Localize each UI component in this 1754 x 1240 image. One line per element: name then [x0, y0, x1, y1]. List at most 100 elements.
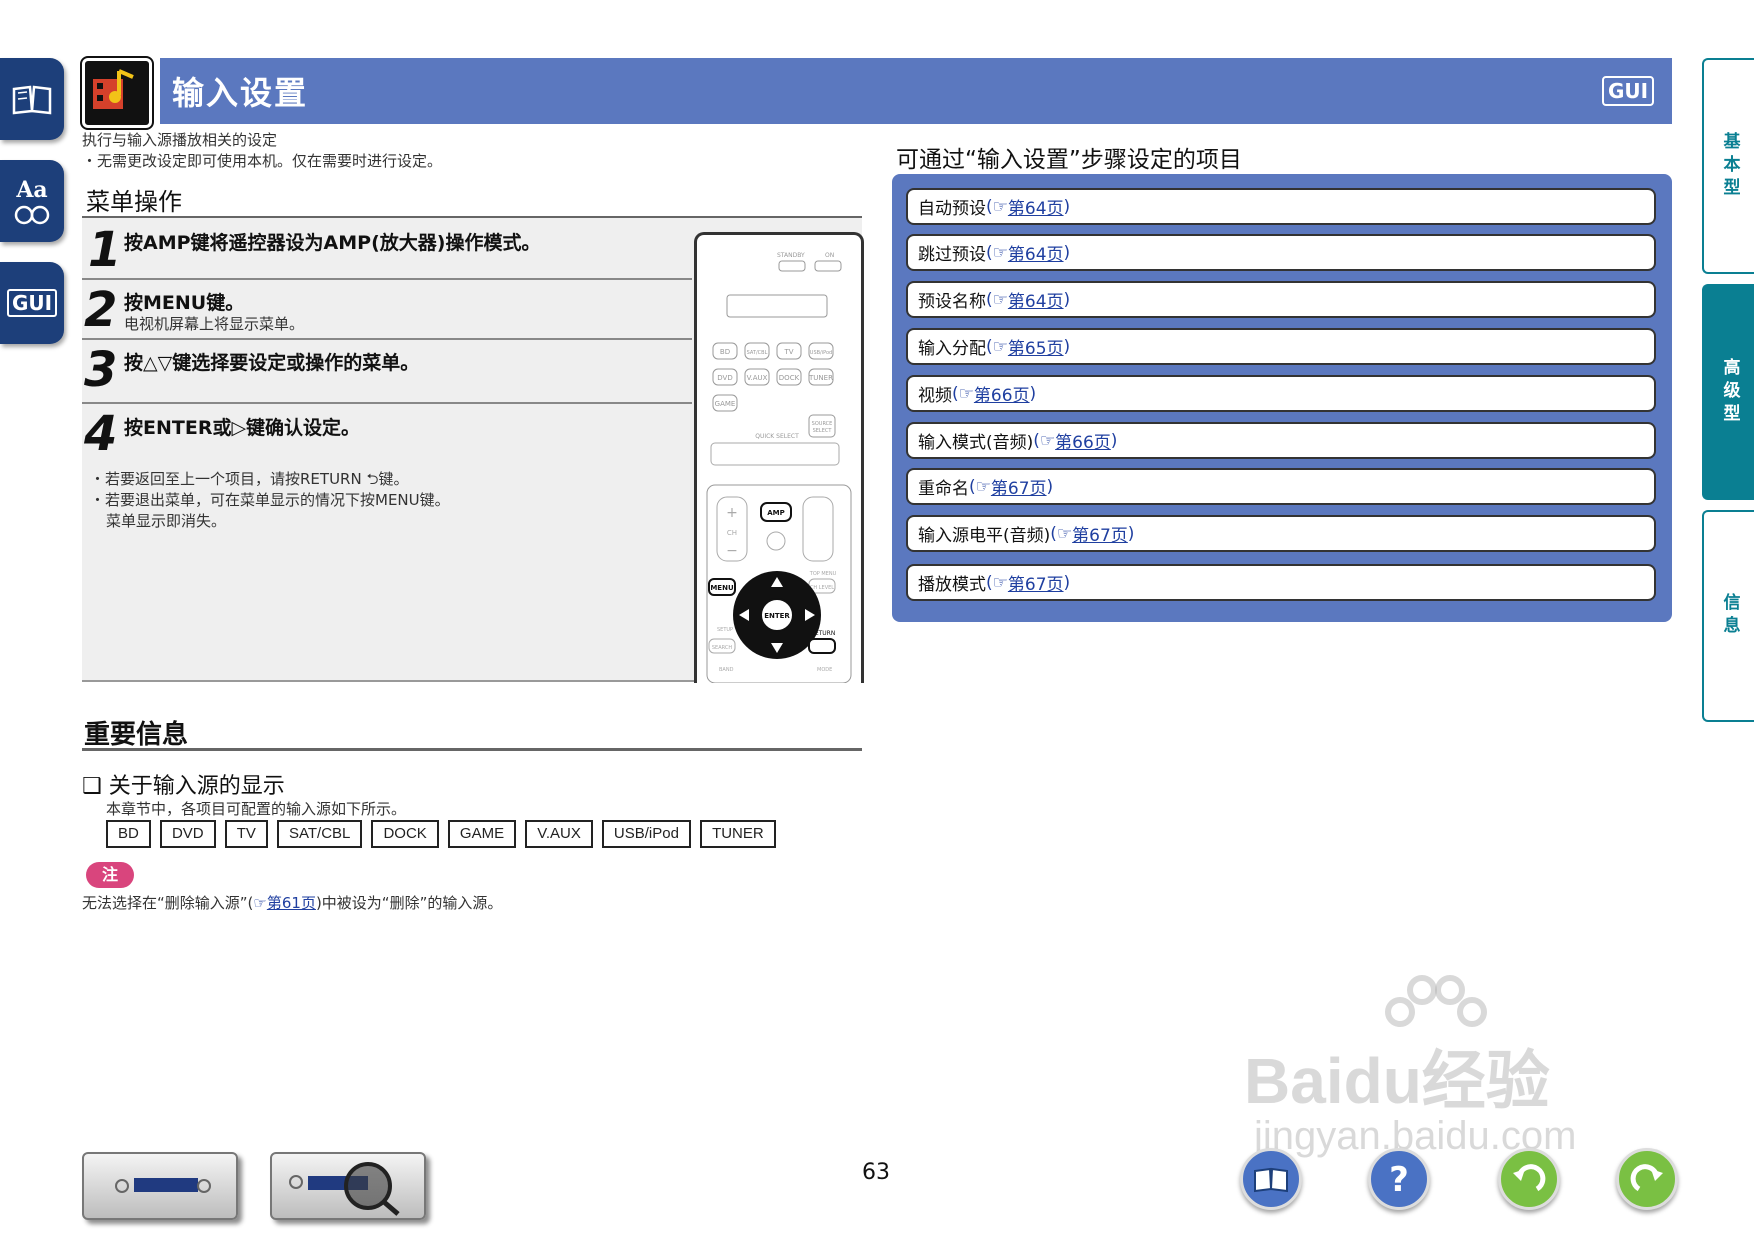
help-icon: ?: [1371, 1160, 1427, 1211]
header-bar: [160, 58, 1672, 124]
left-tab-gui[interactable]: GUI: [0, 262, 64, 344]
device-display-button[interactable]: [270, 1152, 426, 1220]
remote-label: SOURCE: [812, 421, 833, 427]
page-ref-link[interactable]: 第67页: [991, 474, 1047, 499]
remote-label: GAME: [715, 400, 736, 408]
gui-icon: GUI: [6, 289, 58, 317]
page-ref-link[interactable]: 第66页: [974, 381, 1030, 406]
note-exit-2: 菜单显示即消失。: [106, 512, 227, 530]
source-tag: TV: [224, 820, 268, 848]
page-number: 63: [862, 1160, 890, 1185]
remote-label: ON: [825, 252, 834, 259]
page-ref-link[interactable]: 第66页: [1055, 428, 1111, 453]
remote-label: BD: [720, 348, 730, 356]
remote-amp-key: AMP: [767, 509, 785, 517]
remote-label: CH: [727, 529, 737, 537]
remote-illustration: STANDBY ON BD SAT/CBL TV USB/iPod DVD V.…: [694, 232, 864, 684]
page-ref-icon: ☞: [1056, 523, 1073, 544]
settings-list-item[interactable]: 跳过预设(☞ 第64页): [906, 234, 1656, 271]
remote-enter-key: ENTER: [764, 612, 790, 620]
remote-menu-key: MENU: [710, 584, 734, 592]
source-tag: SAT/CBL: [276, 820, 363, 848]
note-badge: 注: [86, 862, 134, 888]
page-ref-link[interactable]: 第67页: [1072, 521, 1128, 546]
settings-item-label: 输入模式(音频): [918, 433, 1034, 453]
step-1-text: 按AMP键将遥控器设为AMP(放大器)操作模式。: [124, 232, 541, 254]
input-setup-icon: [80, 56, 154, 130]
step-4-number: 4: [84, 406, 118, 462]
settings-list-item[interactable]: 输入分配(☞ 第65页): [906, 328, 1656, 365]
book-icon: [1243, 1167, 1299, 1211]
left-tab-contents[interactable]: [0, 58, 64, 140]
remote-label: CH LEVEL: [810, 585, 834, 591]
settings-item-label: 重命名: [918, 479, 969, 499]
remote-label: DVD: [717, 374, 732, 382]
remote-label: RETURN: [811, 630, 836, 637]
step-2-sub: 电视机屏幕上将显示菜单。: [124, 315, 305, 333]
step-2-text: 按MENU键。: [124, 292, 245, 314]
remote-label: SAT/CBL: [747, 350, 768, 356]
intro-line-2: ・无需更改设定即可使用本机。仅在需要时进行设定。: [82, 152, 443, 170]
help-button[interactable]: ?: [1368, 1148, 1430, 1210]
step-2-number: 2: [84, 282, 118, 338]
page-ref-icon: ☞: [958, 383, 974, 404]
settings-list-item[interactable]: 播放模式(☞ 第67页): [906, 564, 1656, 601]
left-tab-glossary[interactable]: Aa: [0, 160, 64, 242]
contents-button[interactable]: [1240, 1148, 1302, 1210]
remote-label: TUNER: [808, 374, 833, 382]
page-ref-link[interactable]: 第67页: [1008, 570, 1064, 595]
settings-list-item[interactable]: 视频(☞ 第66页): [906, 375, 1656, 412]
settings-list-item[interactable]: 预设名称(☞ 第64页): [906, 281, 1656, 318]
settings-list-item[interactable]: 自动预设(☞ 第64页): [906, 188, 1656, 225]
remote-label: TV: [783, 348, 793, 356]
tab-info[interactable]: 信息: [1702, 510, 1754, 722]
settings-list-item[interactable]: 重命名(☞ 第67页): [906, 468, 1656, 505]
forward-button[interactable]: [1616, 1148, 1678, 1210]
settings-list-item[interactable]: 输入源电平(音频)(☞ 第67页): [906, 515, 1656, 552]
source-tag: GAME: [447, 820, 517, 848]
source-tag: DOCK: [371, 820, 439, 848]
device-front-button[interactable]: [82, 1152, 238, 1220]
back-icon: [1501, 1164, 1557, 1211]
step-divider: [82, 338, 692, 340]
source-tag: DVD: [159, 820, 216, 848]
page-ref-icon: ☞: [992, 289, 1008, 310]
note-page-link[interactable]: 第61页: [267, 894, 316, 912]
page-ref-link[interactable]: 第65页: [1008, 334, 1064, 359]
svg-text:+: +: [726, 505, 738, 521]
source-tag: USB/iPod: [601, 820, 691, 848]
gui-badge: GUI: [1602, 76, 1654, 106]
page-ref-link[interactable]: 第64页: [1008, 240, 1064, 265]
page-ref-icon: ☞: [253, 894, 267, 912]
page-ref-icon: ☞: [992, 336, 1008, 357]
svg-text:?: ?: [1389, 1160, 1409, 1200]
remote-label: STANDBY: [777, 252, 805, 259]
page-ref-link[interactable]: 第64页: [1008, 287, 1064, 312]
settings-item-label: 输入源电平(音频): [918, 526, 1051, 546]
settings-list-item[interactable]: 输入模式(音频)(☞ 第66页): [906, 422, 1656, 459]
remote-label: USB/iPod: [810, 350, 832, 356]
tab-advanced[interactable]: 高级型: [1702, 284, 1754, 500]
remote-label: V.AUX: [747, 374, 768, 382]
source-list: BD DVD TV SAT/CBL DOCK GAME V.AUX USB/iP…: [106, 820, 780, 848]
settings-item-label: 跳过预设: [918, 245, 986, 265]
menu-ops-title: 菜单操作: [86, 188, 182, 216]
important-underline: [82, 748, 862, 751]
remote-label: SETUP: [717, 627, 733, 633]
page-ref-icon: ☞: [1039, 430, 1056, 451]
remote-label: DOCK: [779, 374, 800, 382]
page-ref-link[interactable]: 第64页: [1008, 194, 1064, 219]
step-3-text: 按△▽键选择要设定或操作的菜单。: [124, 352, 420, 374]
step-4-text: 按ENTER或▷键确认设定。: [124, 417, 361, 439]
page-ref-icon: ☞: [975, 476, 991, 497]
important-title: 重要信息: [84, 720, 189, 750]
back-button[interactable]: [1498, 1148, 1560, 1210]
glossary-icon: Aa: [16, 177, 48, 203]
input-source-display-heading: ❑ 关于输入源的显示: [82, 774, 285, 799]
svg-text:−: −: [726, 543, 738, 559]
settings-item-label: 输入分配: [918, 339, 986, 359]
page-ref-icon: ☞: [992, 572, 1008, 593]
settings-item-label: 预设名称: [918, 292, 986, 312]
remote-label: TOP MENU: [809, 571, 837, 577]
tab-basic[interactable]: 基本型: [1702, 58, 1754, 274]
